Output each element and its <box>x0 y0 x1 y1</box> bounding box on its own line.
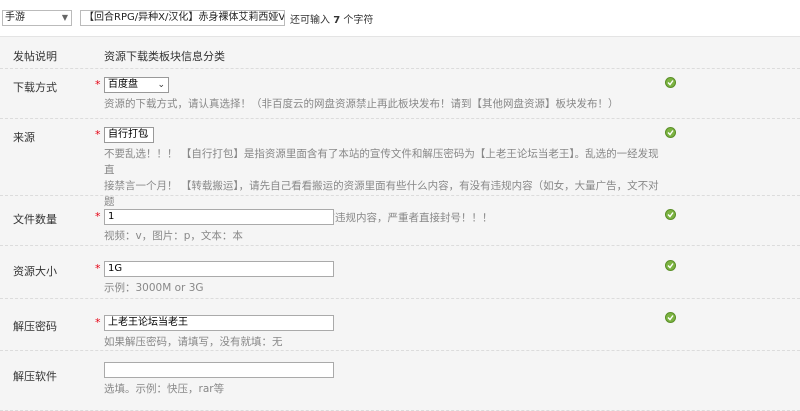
file-count-desc: 视频：v，图片：p，文本：本 <box>104 230 243 242</box>
unzip-password-input[interactable]: 上老王论坛当老王 <box>104 315 334 331</box>
required-mark: * <box>95 210 101 223</box>
unzip-software-row: 解压软件 选填。示例：快压，rar等 <box>0 350 800 411</box>
download-method-field: 百度盘 ⌄ <box>104 77 169 93</box>
unzip-password-field: 上老王论坛当老王 <box>104 315 334 331</box>
resource-info-form: 发帖说明 资源下载类板块信息分类 下载方式 * 百度盘 ⌄ 资源的下载方式，请认… <box>0 36 800 411</box>
required-mark: * <box>95 128 101 141</box>
source-desc-line: 不要乱选！！！ 【自行打包】是指资源里面含有了本站的宣传文件和解压密码为【上老王… <box>104 148 659 176</box>
source-select[interactable]: 自行打包 ⌄ <box>104 127 154 143</box>
chevron-down-icon: ⌄ <box>157 80 165 90</box>
chevron-down-icon: ▼ <box>61 13 68 22</box>
intro-text: 资源下载类板块信息分类 <box>104 50 225 63</box>
char-count-hint: 还可输入 7 个字符 <box>290 11 373 26</box>
char-hint-prefix: 还可输入 <box>290 15 330 26</box>
check-circle-icon <box>665 127 676 138</box>
download-method-value: 百度盘 <box>108 79 138 90</box>
unzip-software-desc: 选填。示例：快压，rar等 <box>104 383 225 395</box>
char-hint-suffix: 个字符 <box>343 15 374 26</box>
unzip-password-desc: 如果解压密码，请填写，没有就填：无 <box>104 336 283 348</box>
check-circle-icon <box>665 260 676 271</box>
thread-title-input[interactable]: 【回合RPG/异种X/汉化】赤身裸体艾莉西娅V1.0 内嵌AI汉 <box>80 10 285 26</box>
file-count-label: 文件数量 <box>13 213 57 226</box>
unzip-password-label: 解压密码 <box>13 320 57 333</box>
resource-size-row: 资源大小 * 1G 示例：3000M or 3G <box>0 245 800 299</box>
unzip-password-row: 解压密码 * 上老王论坛当老王 如果解压密码，请填写，没有就填：无 <box>0 298 800 351</box>
download-method-desc: 资源的下载方式，请认真选择！（非百度云的网盘资源禁止再此板块发布！请到【其他网盘… <box>104 98 619 110</box>
check-circle-icon <box>665 77 676 88</box>
resource-size-desc: 示例：3000M or 3G <box>104 282 204 294</box>
resource-size-field: 1G <box>104 261 334 277</box>
thread-type-select[interactable]: 手游 ▼ <box>2 10 72 26</box>
resource-size-label: 资源大小 <box>13 265 57 278</box>
check-circle-icon <box>665 209 676 220</box>
char-hint-count: 7 <box>333 15 341 26</box>
chevron-down-icon: ⌄ <box>142 130 150 140</box>
intro-label: 发帖说明 <box>13 50 57 63</box>
unzip-software-field <box>104 362 334 378</box>
thread-type-value: 手游 <box>5 12 25 23</box>
post-header: 手游 ▼ 【回合RPG/异种X/汉化】赤身裸体艾莉西娅V1.0 内嵌AI汉 还可… <box>0 0 800 36</box>
check-circle-icon <box>665 312 676 323</box>
resource-size-input[interactable]: 1G <box>104 261 334 277</box>
source-field: 自行打包 ⌄ <box>104 127 154 143</box>
file-count-row: 文件数量 * 1 视频：v，图片：p，文本：本 <box>0 195 800 246</box>
unzip-software-label: 解压软件 <box>13 370 57 383</box>
required-mark: * <box>95 316 101 329</box>
source-row: 来源 * 自行打包 ⌄ 不要乱选！！！ 【自行打包】是指资源里面含有了本站的宣传… <box>0 118 800 224</box>
file-count-field: 1 <box>104 209 334 225</box>
file-count-input[interactable]: 1 <box>104 209 334 225</box>
required-mark: * <box>95 78 101 91</box>
form-intro-row: 发帖说明 资源下载类板块信息分类 <box>0 37 800 69</box>
required-mark: * <box>95 262 101 275</box>
download-method-label: 下载方式 <box>13 81 57 94</box>
source-label: 来源 <box>13 131 35 144</box>
unzip-software-input[interactable] <box>104 362 334 378</box>
download-method-select[interactable]: 百度盘 ⌄ <box>104 77 169 93</box>
download-method-row: 下载方式 * 百度盘 ⌄ 资源的下载方式，请认真选择！（非百度云的网盘资源禁止再… <box>0 68 800 119</box>
